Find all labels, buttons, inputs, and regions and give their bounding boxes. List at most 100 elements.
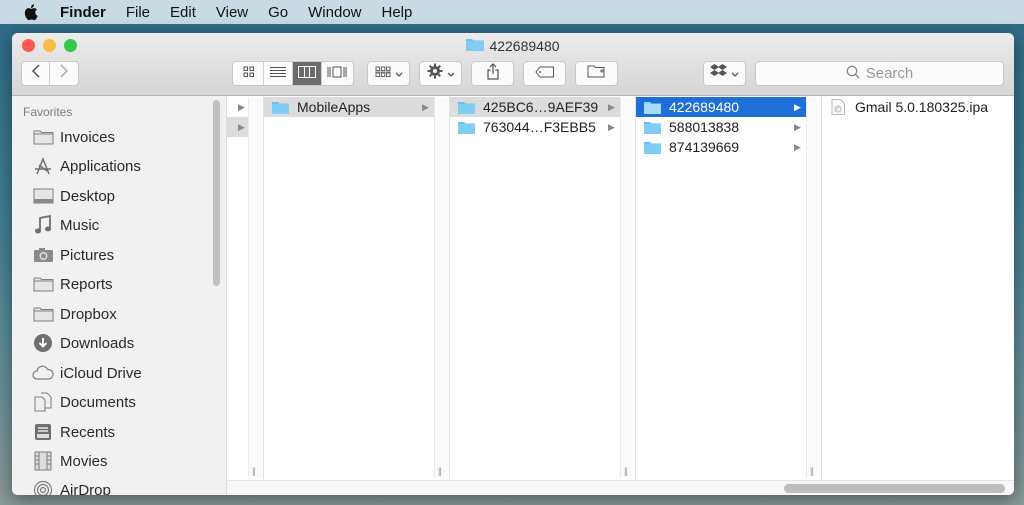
action-button[interactable] [419, 61, 462, 86]
favorites-heading: Favorites [23, 105, 73, 119]
sidebar-item-invoices[interactable]: Invoices [32, 125, 115, 149]
folder-icon [32, 127, 54, 147]
column-resize-handle[interactable]: || [434, 98, 449, 478]
share-button[interactable] [471, 61, 514, 86]
disclosure-arrow-icon: ▶ [422, 101, 429, 112]
new-folder-icon [587, 64, 607, 83]
finder-window: 422689480 Search Favorites Invoices Appl… [12, 33, 1014, 495]
column-4: Gmail 5.0.180325.ipa [822, 96, 1014, 480]
list-item-763044[interactable]: 763044…F3EBB5 ▶ [450, 117, 620, 137]
sidebar-item-dropbox[interactable]: Dropbox [32, 302, 117, 326]
disclosure-arrow-icon: ▶ [608, 121, 615, 132]
menu-edit[interactable]: Edit [170, 4, 196, 21]
disclosure-arrow-icon: ▶ [794, 141, 801, 152]
cloud-icon [32, 363, 54, 383]
chevron-down-icon [395, 65, 403, 83]
search-field[interactable]: Search [755, 61, 1004, 86]
sidebar-item-recents[interactable]: Recents [32, 420, 115, 444]
column-view-button[interactable] [293, 62, 322, 85]
view-mode-segmented [232, 61, 354, 86]
icon-view-button[interactable] [235, 62, 264, 85]
dropbox-icon [710, 64, 727, 83]
list-item-874139669[interactable]: 874139669 ▶ [636, 137, 806, 157]
chevron-right-icon [59, 64, 69, 83]
column-1: MobileApps ▶ || [264, 96, 450, 480]
music-icon [32, 215, 54, 235]
column-0-row-selected[interactable]: ▶ [227, 117, 249, 137]
search-icon [846, 65, 860, 83]
disclosure-arrow-icon: ▶ [238, 121, 245, 132]
new-folder-button[interactable] [575, 61, 618, 86]
tag-button[interactable] [523, 61, 566, 86]
sidebar-item-desktop[interactable]: Desktop [32, 184, 115, 208]
sidebar-item-airdrop[interactable]: AirDrop [32, 478, 111, 495]
column-resize-handle[interactable]: || [620, 98, 635, 478]
airdrop-icon [32, 480, 54, 495]
column-view-icon [298, 65, 316, 83]
column-2: 425BC6…9AEF39 ▶ 763044…F3EBB5 ▶ || [450, 96, 636, 480]
window-title: 422689480 [12, 37, 1014, 54]
sidebar-scrollbar[interactable] [213, 100, 220, 286]
group-button[interactable] [367, 61, 410, 86]
list-item-422689480[interactable]: 422689480 ▶ [636, 97, 806, 117]
folder-icon [32, 274, 54, 294]
sidebar-item-icloud-drive[interactable]: iCloud Drive [32, 361, 142, 385]
horizontal-scroll-thumb[interactable] [784, 484, 1005, 493]
chevron-down-icon [731, 65, 739, 83]
desktop-icon [32, 186, 54, 206]
recents-icon [32, 422, 54, 442]
nav-buttons [21, 61, 79, 86]
title-bar: 422689480 Search [12, 33, 1014, 96]
chevron-down-icon [447, 65, 455, 83]
disclosure-arrow-icon: ▶ [794, 121, 801, 132]
column-0-row[interactable]: ▶ [227, 97, 249, 117]
list-item-588013838[interactable]: 588013838 ▶ [636, 117, 806, 137]
sidebar-item-music[interactable]: Music [32, 213, 99, 237]
folder-icon [644, 141, 661, 154]
applications-icon [32, 156, 54, 176]
documents-icon [32, 392, 54, 412]
list-item-gmail-ipa[interactable]: Gmail 5.0.180325.ipa [822, 97, 1012, 117]
ipa-file-icon [831, 99, 845, 115]
menu-finder[interactable]: Finder [60, 4, 106, 21]
sidebar: Favorites Invoices Applications Desktop … [12, 96, 227, 495]
menu-view[interactable]: View [216, 4, 248, 21]
folder-icon [644, 101, 661, 114]
back-button[interactable] [22, 62, 51, 85]
folder-icon [272, 101, 289, 114]
horizontal-scrollbar[interactable] [227, 480, 1014, 495]
forward-button[interactable] [50, 62, 78, 85]
menu-help[interactable]: Help [382, 4, 413, 21]
column-0: ▶ ▶ || [227, 96, 264, 480]
share-icon [486, 62, 500, 85]
sidebar-item-movies[interactable]: Movies [32, 449, 108, 473]
column-resize-handle[interactable]: || [248, 98, 263, 478]
menu-bar: Finder File Edit View Go Window Help [0, 0, 1024, 24]
menu-window[interactable]: Window [308, 4, 361, 21]
column-browser: ▶ ▶ || MobileApps ▶ || 425BC6…9AEF39 ▶ 7… [227, 96, 1014, 480]
tag-icon [534, 65, 555, 83]
cover-flow-button[interactable] [322, 62, 351, 85]
search-placeholder: Search [865, 65, 914, 82]
folder-icon [458, 101, 475, 114]
column-3: 422689480 ▶ 588013838 ▶ 874139669 ▶ || [636, 96, 822, 480]
sidebar-item-documents[interactable]: Documents [32, 390, 136, 414]
dropbox-button[interactable] [703, 61, 746, 86]
sidebar-item-reports[interactable]: Reports [32, 272, 113, 296]
folder-icon [32, 304, 54, 324]
column-resize-handle[interactable]: || [806, 98, 821, 478]
gear-icon [427, 63, 443, 84]
list-item-mobileapps[interactable]: MobileApps ▶ [264, 97, 434, 117]
folder-icon [458, 121, 475, 134]
list-item-425bc6[interactable]: 425BC6…9AEF39 ▶ [450, 97, 620, 117]
sidebar-item-downloads[interactable]: Downloads [32, 331, 134, 355]
folder-icon [644, 121, 661, 134]
sidebar-item-pictures[interactable]: Pictures [32, 243, 114, 267]
movies-icon [32, 451, 54, 471]
menu-go[interactable]: Go [268, 4, 288, 21]
list-view-button[interactable] [264, 62, 293, 85]
menu-file[interactable]: File [126, 4, 150, 21]
sidebar-item-applications[interactable]: Applications [32, 154, 141, 178]
disclosure-arrow-icon: ▶ [608, 101, 615, 112]
apple-menu-icon[interactable] [24, 3, 44, 21]
